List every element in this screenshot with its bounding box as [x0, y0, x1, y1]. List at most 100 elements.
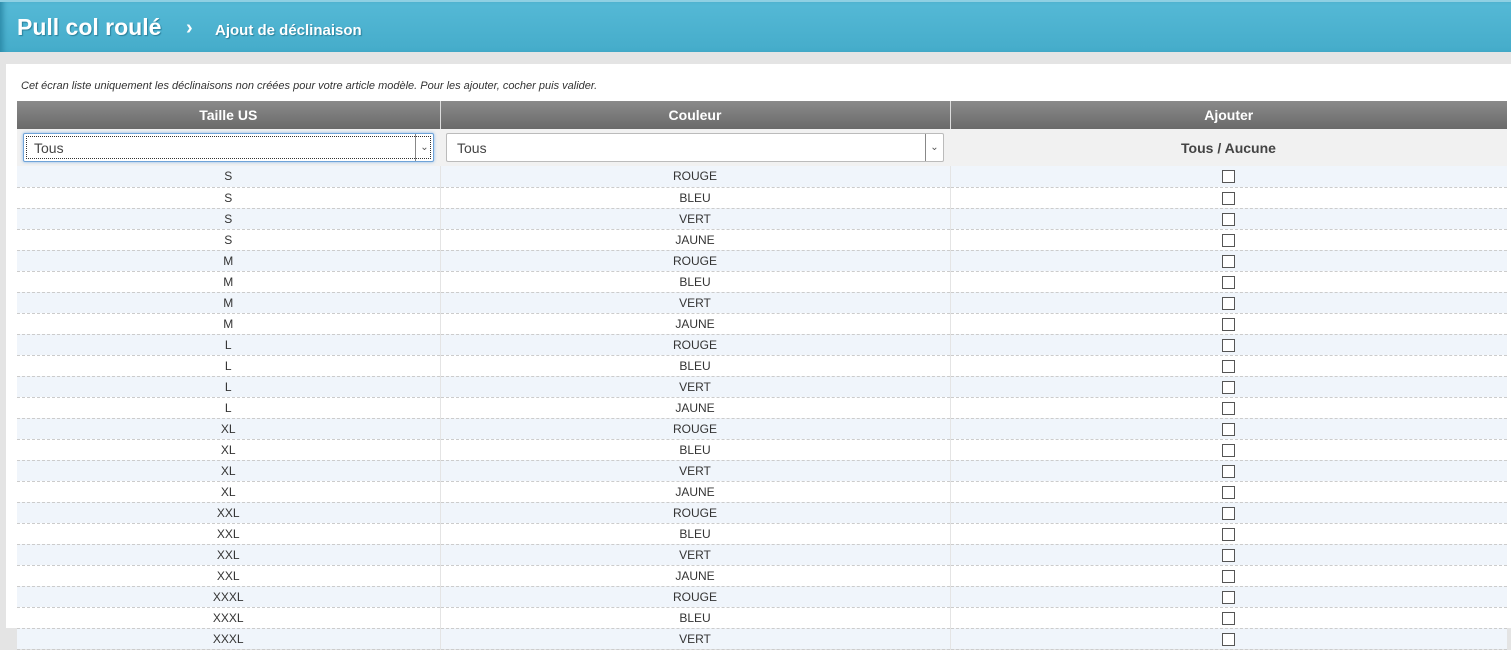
taille-cell: L — [17, 397, 441, 419]
taille-cell: S — [17, 229, 441, 251]
couleur-cell: BLEU — [440, 523, 951, 545]
table-row: M BLEU — [17, 271, 1507, 293]
table-row: S VERT — [17, 208, 1507, 230]
taille-cell: L — [17, 334, 441, 356]
ajouter-cell — [950, 313, 1507, 335]
taille-cell: S — [17, 208, 441, 230]
table-row: L VERT — [17, 376, 1507, 398]
table-row: XXL BLEU — [17, 523, 1507, 545]
table-row: M JAUNE — [17, 313, 1507, 335]
add-checkbox[interactable] — [1222, 548, 1236, 562]
couleur-cell: VERT — [440, 544, 951, 566]
table-row: L BLEU — [17, 355, 1507, 377]
taille-cell: XL — [17, 460, 441, 482]
couleur-cell: JAUNE — [440, 397, 951, 419]
taille-filter-value: Tous — [34, 140, 64, 156]
ajouter-cell — [950, 208, 1507, 230]
couleur-filter-value: Tous — [457, 140, 487, 156]
taille-cell: M — [17, 313, 441, 335]
add-checkbox[interactable] — [1222, 254, 1236, 268]
ajouter-cell — [950, 355, 1507, 377]
ajouter-cell — [950, 376, 1507, 398]
header-bar: Pull col roulé › Ajout de déclinaison — [0, 0, 1511, 52]
table-row: S BLEU — [17, 187, 1507, 209]
ajouter-cell — [950, 397, 1507, 419]
ajouter-cell — [950, 502, 1507, 524]
add-checkbox[interactable] — [1222, 296, 1236, 310]
table-row: XXL ROUGE — [17, 502, 1507, 524]
add-checkbox[interactable] — [1222, 212, 1236, 226]
ajouter-cell — [950, 523, 1507, 545]
taille-cell: XL — [17, 481, 441, 503]
table-row: XXXL ROUGE — [17, 586, 1507, 608]
couleur-cell: JAUNE — [440, 481, 951, 503]
add-checkbox[interactable] — [1222, 275, 1236, 289]
couleur-cell: BLEU — [440, 607, 951, 629]
add-checkbox[interactable] — [1222, 170, 1236, 184]
couleur-filter-select[interactable]: Tous ⌄ — [446, 133, 944, 162]
add-checkbox[interactable] — [1222, 632, 1236, 646]
ajouter-cell — [950, 166, 1507, 188]
chevron-down-icon: ⌄ — [925, 134, 943, 161]
couleur-cell: ROUGE — [440, 502, 951, 524]
add-checkbox[interactable] — [1222, 527, 1236, 541]
couleur-cell: BLEU — [440, 355, 951, 377]
add-checkbox[interactable] — [1222, 422, 1236, 436]
add-checkbox[interactable] — [1222, 611, 1236, 625]
add-checkbox[interactable] — [1222, 443, 1236, 457]
column-header-taille: Taille US — [17, 101, 441, 129]
add-checkbox[interactable] — [1222, 590, 1236, 604]
taille-cell: XL — [17, 439, 441, 461]
column-header-ajouter: Ajouter — [950, 101, 1507, 129]
couleur-cell: ROUGE — [440, 586, 951, 608]
chevron-down-icon: ⌄ — [415, 134, 433, 161]
couleur-cell: VERT — [440, 628, 951, 650]
couleur-cell: VERT — [440, 208, 951, 230]
taille-cell: XL — [17, 418, 441, 440]
table-row: XXXL BLEU — [17, 607, 1507, 629]
ajouter-cell — [950, 250, 1507, 272]
couleur-cell: VERT — [440, 376, 951, 398]
add-checkbox[interactable] — [1222, 485, 1236, 499]
add-checkbox[interactable] — [1222, 317, 1236, 331]
add-checkbox[interactable] — [1222, 233, 1236, 247]
taille-cell: XXL — [17, 502, 441, 524]
taille-cell: S — [17, 166, 441, 188]
couleur-cell: ROUGE — [440, 418, 951, 440]
ajouter-cell — [950, 628, 1507, 650]
ajouter-cell — [950, 544, 1507, 566]
table-row: S JAUNE — [17, 229, 1507, 251]
couleur-cell: VERT — [440, 292, 951, 314]
table-row: S ROUGE — [17, 166, 1507, 188]
add-checkbox[interactable] — [1222, 338, 1236, 352]
taille-cell: M — [17, 292, 441, 314]
taille-cell: XXL — [17, 523, 441, 545]
ajouter-cell — [950, 565, 1507, 587]
add-checkbox[interactable] — [1222, 464, 1236, 478]
add-checkbox[interactable] — [1222, 359, 1236, 373]
couleur-cell: BLEU — [440, 271, 951, 293]
select-all-none-link[interactable]: Tous / Aucune — [950, 129, 1507, 166]
table-row: XL BLEU — [17, 439, 1507, 461]
add-checkbox[interactable] — [1222, 401, 1236, 415]
column-header-couleur: Couleur — [440, 101, 951, 129]
add-checkbox[interactable] — [1222, 191, 1236, 205]
page-title: Pull col roulé — [17, 14, 162, 40]
table-row: M VERT — [17, 292, 1507, 314]
add-checkbox[interactable] — [1222, 506, 1236, 520]
add-checkbox[interactable] — [1222, 569, 1236, 583]
couleur-cell: JAUNE — [440, 229, 951, 251]
couleur-cell: ROUGE — [440, 166, 951, 188]
ajouter-cell — [950, 187, 1507, 209]
taille-cell: M — [17, 250, 441, 272]
taille-filter-select[interactable]: Tous ⌄ — [23, 133, 434, 162]
ajouter-cell — [950, 292, 1507, 314]
table-row: XL VERT — [17, 460, 1507, 482]
couleur-cell: VERT — [440, 460, 951, 482]
ajouter-cell — [950, 481, 1507, 503]
breadcrumb-chevron-icon: › — [186, 17, 193, 39]
taille-cell: L — [17, 376, 441, 398]
add-checkbox[interactable] — [1222, 380, 1236, 394]
ajouter-cell — [950, 418, 1507, 440]
couleur-cell: BLEU — [440, 187, 951, 209]
